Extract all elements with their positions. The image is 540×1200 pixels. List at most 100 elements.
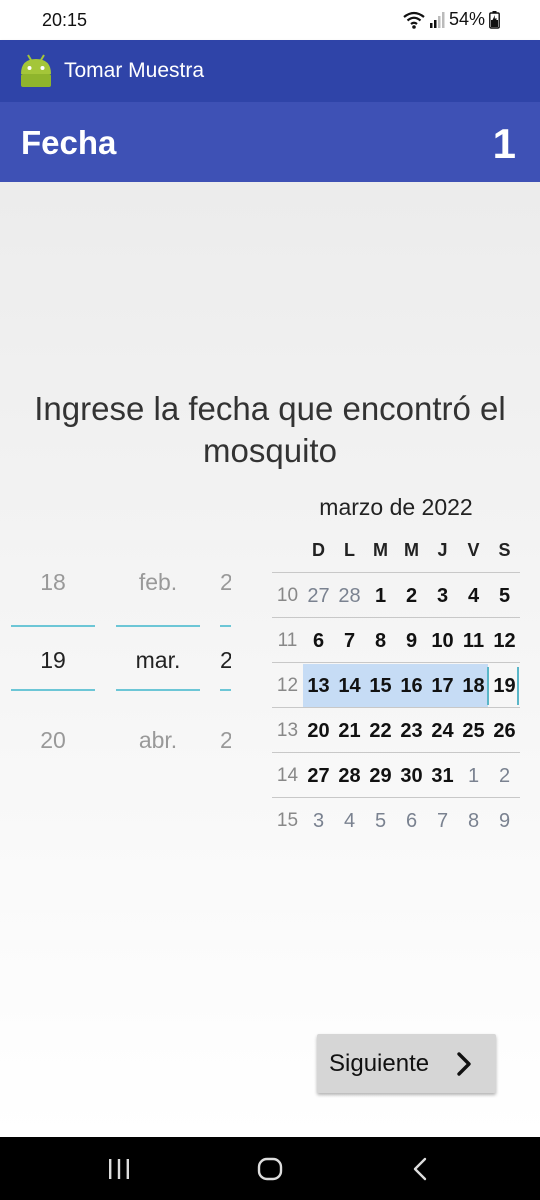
calendar-day[interactable]: 3 (303, 810, 334, 833)
back-icon[interactable] (412, 1157, 428, 1186)
calendar-day[interactable]: 5 (489, 585, 520, 608)
calendar-week-row: 10 27 28 1 2 3 4 5 (272, 572, 520, 617)
calendar-day[interactable]: 9 (489, 810, 520, 833)
selected-day[interactable]: 19 (489, 675, 520, 698)
week-number: 14 (276, 765, 299, 786)
calendar-day[interactable]: 27 (303, 765, 334, 788)
calendar-day[interactable]: 27 (303, 585, 334, 608)
calendar-day[interactable]: 7 (334, 630, 365, 653)
chevron-right-icon (456, 1051, 472, 1082)
week-number: 11 (277, 630, 298, 651)
calendar-day[interactable]: 25 (458, 720, 489, 743)
spinner-divider (116, 625, 200, 627)
calendar-day[interactable]: 30 (396, 765, 427, 788)
calendar-day[interactable]: 13 (303, 675, 334, 698)
next-button-label: Siguiente (329, 1050, 430, 1077)
battery-icon (489, 10, 500, 29)
app-bar: Tomar Muestra (0, 40, 540, 102)
date-prompt: Ingrese la fecha que encontró el mosquit… (34, 390, 506, 469)
calendar-day[interactable]: 1 (458, 765, 489, 788)
status-icons: 54% (403, 9, 500, 30)
calendar-day[interactable]: 6 (303, 630, 334, 653)
calendar-day[interactable]: 18 (458, 675, 489, 698)
calendar-day[interactable]: 2 (396, 585, 427, 608)
selected-day-border (487, 667, 489, 705)
calendar-day[interactable]: 4 (458, 585, 489, 608)
week-number: 12 (276, 675, 299, 696)
day-header: J (437, 540, 448, 560)
spinner-divider (116, 689, 200, 691)
next-button[interactable]: Siguiente (317, 1034, 496, 1093)
system-nav-bar (0, 1137, 540, 1200)
calendar-week-row: 14 27 28 29 30 31 1 2 (272, 752, 520, 797)
calendar-day[interactable]: 1 (365, 585, 396, 608)
month-current[interactable]: mar. (116, 647, 200, 674)
selected-day-border (517, 667, 519, 705)
signal-icon (429, 11, 445, 29)
spinner-divider (220, 625, 231, 627)
wifi-icon (403, 11, 425, 29)
calendar-week-row: 15 3 4 5 6 7 8 9 (272, 797, 520, 842)
calendar-day[interactable]: 5 (365, 810, 396, 833)
day-header: M (404, 540, 419, 560)
spinner-divider (11, 689, 95, 691)
calendar-day[interactable]: 11 (458, 630, 489, 653)
battery-percent: 54% (448, 9, 485, 29)
day-next[interactable]: 20 (11, 727, 95, 752)
calendar-day[interactable]: 17 (427, 675, 458, 698)
calendar-day[interactable]: 24 (427, 720, 458, 743)
calendar-day[interactable]: 3 (427, 585, 458, 608)
month-prev[interactable]: feb. (116, 569, 200, 596)
android-icon (18, 52, 54, 93)
day-header: M (373, 540, 388, 560)
calendar-day[interactable]: 8 (365, 630, 396, 653)
day-header: D (312, 540, 325, 560)
calendar-day[interactable]: 7 (427, 810, 458, 833)
calendar-day[interactable]: 28 (334, 765, 365, 788)
calendar-day[interactable]: 23 (396, 720, 427, 743)
day-prev[interactable]: 18 (11, 569, 95, 596)
calendar-day[interactable]: 2 (489, 765, 520, 788)
calendar-day[interactable]: 28 (334, 585, 365, 608)
step-number: 1 (492, 120, 516, 167)
calendar-day[interactable]: 22 (365, 720, 396, 743)
status-bar: 20:15 54% (0, 0, 540, 40)
spinner-divider (220, 689, 231, 691)
calendar-day[interactable]: 8 (458, 810, 489, 833)
calendar-day[interactable]: 10 (427, 630, 458, 653)
calendar-day[interactable]: 16 (396, 675, 427, 698)
calendar-day[interactable]: 15 (365, 675, 396, 698)
calendar-day[interactable]: 12 (489, 630, 520, 653)
calendar-day[interactable]: 26 (489, 720, 520, 743)
week-number: 13 (276, 720, 299, 741)
app-title: Tomar Muestra (64, 59, 205, 82)
calendar-week-row: 12 13 14 15 16 17 18 19 (272, 662, 520, 707)
week-number: 15 (276, 810, 299, 831)
day-spinner[interactable]: 18 19 20 (11, 552, 95, 752)
calendar-day[interactable]: 14 (334, 675, 365, 698)
calendar-day[interactable]: 20 (303, 720, 334, 743)
step-header: Fecha 1 (0, 102, 540, 182)
year-next[interactable]: 2023 (220, 727, 231, 752)
day-header: S (498, 540, 511, 560)
recent-apps-icon[interactable] (107, 1158, 131, 1185)
calendar-day[interactable]: 21 (334, 720, 365, 743)
year-spinner[interactable]: 2021 2022 2023 (220, 552, 231, 752)
year-current[interactable]: 2022 (220, 647, 231, 674)
month-spinner[interactable]: feb. mar. abr. (116, 552, 200, 752)
month-next[interactable]: abr. (116, 727, 200, 752)
home-icon[interactable] (257, 1157, 283, 1186)
calendar-month-title: marzo de 2022 (319, 494, 473, 520)
calendar-day[interactable]: 29 (365, 765, 396, 788)
calendar-day[interactable]: 9 (396, 630, 427, 653)
calendar-week-row: 11 6 7 8 9 10 11 12 (272, 617, 520, 662)
calendar-week-row: 13 20 21 22 23 24 25 26 (272, 707, 520, 752)
day-header: V (467, 540, 480, 560)
calendar-day[interactable]: 31 (427, 765, 458, 788)
year-prev[interactable]: 2021 (220, 569, 231, 596)
day-header: L (344, 540, 355, 560)
status-time: 20:15 (42, 10, 88, 30)
day-current[interactable]: 19 (11, 647, 95, 674)
calendar-day[interactable]: 4 (334, 810, 365, 833)
calendar-day[interactable]: 6 (396, 810, 427, 833)
